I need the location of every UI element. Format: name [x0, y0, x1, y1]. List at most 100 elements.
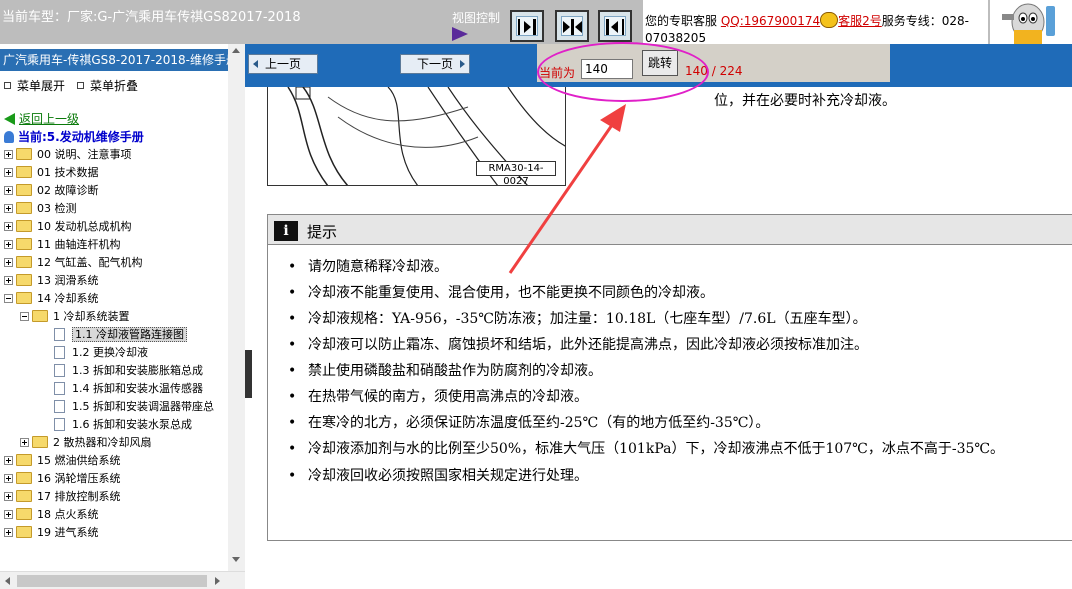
- info-icon: i: [274, 221, 298, 241]
- tip-title: 提示: [307, 223, 338, 241]
- tree-node-02[interactable]: 02 故障诊断: [4, 182, 99, 200]
- tree-node-11[interactable]: 11 曲轴连杆机构: [4, 236, 121, 254]
- tip-item: • 冷却液规格：YA-956，-35℃防冻液；加注量：10.18L（七座车型）/7…: [288, 311, 867, 327]
- tree-node-13[interactable]: 13 润滑系统: [4, 272, 99, 290]
- highlight-ellipse: [537, 42, 709, 102]
- tree-node-00[interactable]: 00 说明、注意事项: [4, 146, 132, 164]
- folder-open-icon: [32, 310, 48, 322]
- tree-node-14-1-1[interactable]: 1.1 冷却液管路连接图: [54, 326, 187, 344]
- prev-page-button[interactable]: 上一页: [248, 54, 318, 74]
- folder-open-icon: [16, 292, 32, 304]
- view-control-label: 视图控制: [452, 11, 501, 25]
- folder-icon: [16, 238, 32, 250]
- tree-node-16[interactable]: 16 涡轮增压系统: [4, 470, 121, 488]
- document-icon: [54, 364, 65, 377]
- support-info: 您的专职客服 QQ:1967900174 客服2号服务专线：028- 070382…: [643, 0, 988, 45]
- mascot-icon: [990, 0, 1072, 44]
- scroll-thumb[interactable]: [17, 575, 207, 587]
- tree-node-01[interactable]: 01 技术数据: [4, 164, 99, 182]
- figure-code: RMA30-14-0027: [476, 161, 556, 185]
- document-text: 位，并在必要时补充冷却液。: [714, 93, 896, 109]
- sidebar-horizontal-scrollbar[interactable]: [0, 571, 245, 589]
- folder-icon: [16, 184, 32, 196]
- sidebar-vertical-scrollbar[interactable]: [228, 44, 245, 571]
- tip-item: • 在热带气候的南方，须使用高沸点的冷却液。: [288, 389, 588, 405]
- tip-header: i 提示: [268, 215, 1072, 245]
- back-link[interactable]: 返回上一级: [4, 110, 79, 127]
- folder-icon: [32, 436, 48, 448]
- folder-icon: [16, 526, 32, 538]
- scroll-left-icon[interactable]: [5, 577, 10, 585]
- tree-node-14-1[interactable]: 1 冷却系统装置: [20, 308, 130, 326]
- tree-node-18[interactable]: 18 点火系统: [4, 506, 99, 524]
- user-icon: [4, 131, 14, 143]
- folder-icon: [16, 274, 32, 286]
- tip-item: • 冷却液添加剂与水的比例至少50%，标准大气压（101kPa）下，冷却液沸点不低…: [288, 441, 1005, 457]
- qq-penguin-icon[interactable]: [820, 12, 839, 28]
- tree-node-17[interactable]: 17 排放控制系统: [4, 488, 121, 506]
- folder-icon: [16, 508, 32, 520]
- manual-title: 广汽乘用车-传祺GS8-2017-2018-维修手册: [0, 49, 228, 71]
- view-left-panel-button[interactable]: [510, 10, 544, 42]
- support-qq-link[interactable]: QQ:1967900174: [721, 14, 820, 28]
- app-window: 当前车型：厂家:G-广汽乘用车传祺GS82017-2018 视图控制 您的专职客…: [0, 0, 1072, 589]
- expand-box-icon: [4, 82, 11, 89]
- tip-item: • 冷却液不能重复使用、混合使用，也不能更换不同颜色的冷却液。: [288, 285, 714, 301]
- tip-item: • 在寒冷的北方，必须保证防冻温度低至约-25℃（有的地方低至约-35℃）。: [288, 415, 770, 431]
- menu-expand-button[interactable]: 菜单展开: [4, 77, 65, 94]
- document-viewer: RMA30-14-0027 位，并在必要时补充冷却液。 i 提示 • 请勿随意稀释…: [252, 87, 1072, 589]
- collapse-box-icon: [77, 82, 84, 89]
- tip-item: • 冷却液可以防止霜冻、腐蚀损坏和结垢，此外还能提高沸点，因此冷却液必须按标准加注…: [288, 337, 868, 353]
- support-agent-link[interactable]: 客服2号: [838, 14, 882, 28]
- panel-split-icon: [563, 19, 582, 35]
- cooling-system-figure: RMA30-14-0027: [267, 87, 566, 186]
- tree-node-12[interactable]: 12 气缸盖、配气机构: [4, 254, 143, 272]
- document-icon: [54, 328, 65, 341]
- view-control-arrow-icon: [452, 27, 468, 41]
- folder-icon: [16, 454, 32, 466]
- folder-icon: [16, 490, 32, 502]
- folder-icon: [16, 166, 32, 178]
- back-arrow-icon: [4, 113, 15, 125]
- sidebar: 广汽乘用车-传祺GS8-2017-2018-维修手册 菜单展开 菜单折叠 返回上…: [0, 44, 245, 589]
- tree-node-14-1-5[interactable]: 1.5 拆卸和安装调温器带座总: [54, 398, 214, 416]
- scroll-down-icon[interactable]: [232, 557, 240, 562]
- support-hotline-label: 服务专线：028-: [881, 14, 970, 28]
- folder-icon: [16, 202, 32, 214]
- next-arrow-icon: [460, 60, 465, 68]
- tree-node-14[interactable]: 14 冷却系统: [4, 290, 99, 308]
- tip-item: • 冷却液回收必须按照国家相关规定进行处理。: [288, 468, 588, 484]
- current-manual: 当前:5.发动机维修手册: [4, 128, 144, 145]
- view-right-panel-button[interactable]: [598, 10, 632, 42]
- document-icon: [54, 400, 65, 413]
- folder-icon: [16, 256, 32, 268]
- folder-icon: [16, 148, 32, 160]
- scroll-right-icon[interactable]: [215, 577, 220, 585]
- car-model-title: 当前车型：厂家:G-广汽乘用车传祺GS82017-2018: [2, 10, 301, 25]
- panel-right-icon: [606, 19, 624, 35]
- prev-arrow-icon: [253, 60, 258, 68]
- tree-node-14-1-3[interactable]: 1.3 拆卸和安装膨胀箱总成: [54, 362, 203, 380]
- support-prefix: 您的专职客服: [645, 14, 718, 28]
- folder-icon: [16, 472, 32, 484]
- view-split-button[interactable]: [555, 10, 589, 42]
- panel-splitter-handle[interactable]: [245, 350, 252, 398]
- support-hotline-number: 07038205: [645, 31, 707, 45]
- scroll-up-icon[interactable]: [232, 48, 240, 53]
- folder-icon: [16, 220, 32, 232]
- tree-node-15[interactable]: 15 燃油供给系统: [4, 452, 121, 470]
- tree-node-14-1-2[interactable]: 1.2 更换冷却液: [54, 344, 148, 362]
- next-page-button[interactable]: 下一页: [400, 54, 470, 74]
- tip-item: • 禁止使用磷酸盐和硝酸盐作为防腐剂的冷却液。: [288, 363, 602, 379]
- tree-node-14-1-4[interactable]: 1.4 拆卸和安装水温传感器: [54, 380, 203, 398]
- tree-node-14-2[interactable]: 2 散热器和冷却风扇: [20, 434, 152, 452]
- document-icon: [54, 346, 65, 359]
- tip-box: i 提示 • 请勿随意稀释冷却液。 • 冷却液不能重复使用、混合使用，也不能更换不同…: [267, 214, 1072, 541]
- tree-node-03[interactable]: 03 检测: [4, 200, 77, 218]
- panel-left-icon: [518, 19, 536, 35]
- tree-node-19[interactable]: 19 进气系统: [4, 524, 99, 542]
- menu-collapse-button[interactable]: 菜单折叠: [77, 77, 138, 94]
- tree-node-10[interactable]: 10 发动机总成机构: [4, 218, 132, 236]
- document-icon: [54, 418, 65, 431]
- tree-node-14-1-6[interactable]: 1.6 拆卸和安装水泵总成: [54, 416, 192, 434]
